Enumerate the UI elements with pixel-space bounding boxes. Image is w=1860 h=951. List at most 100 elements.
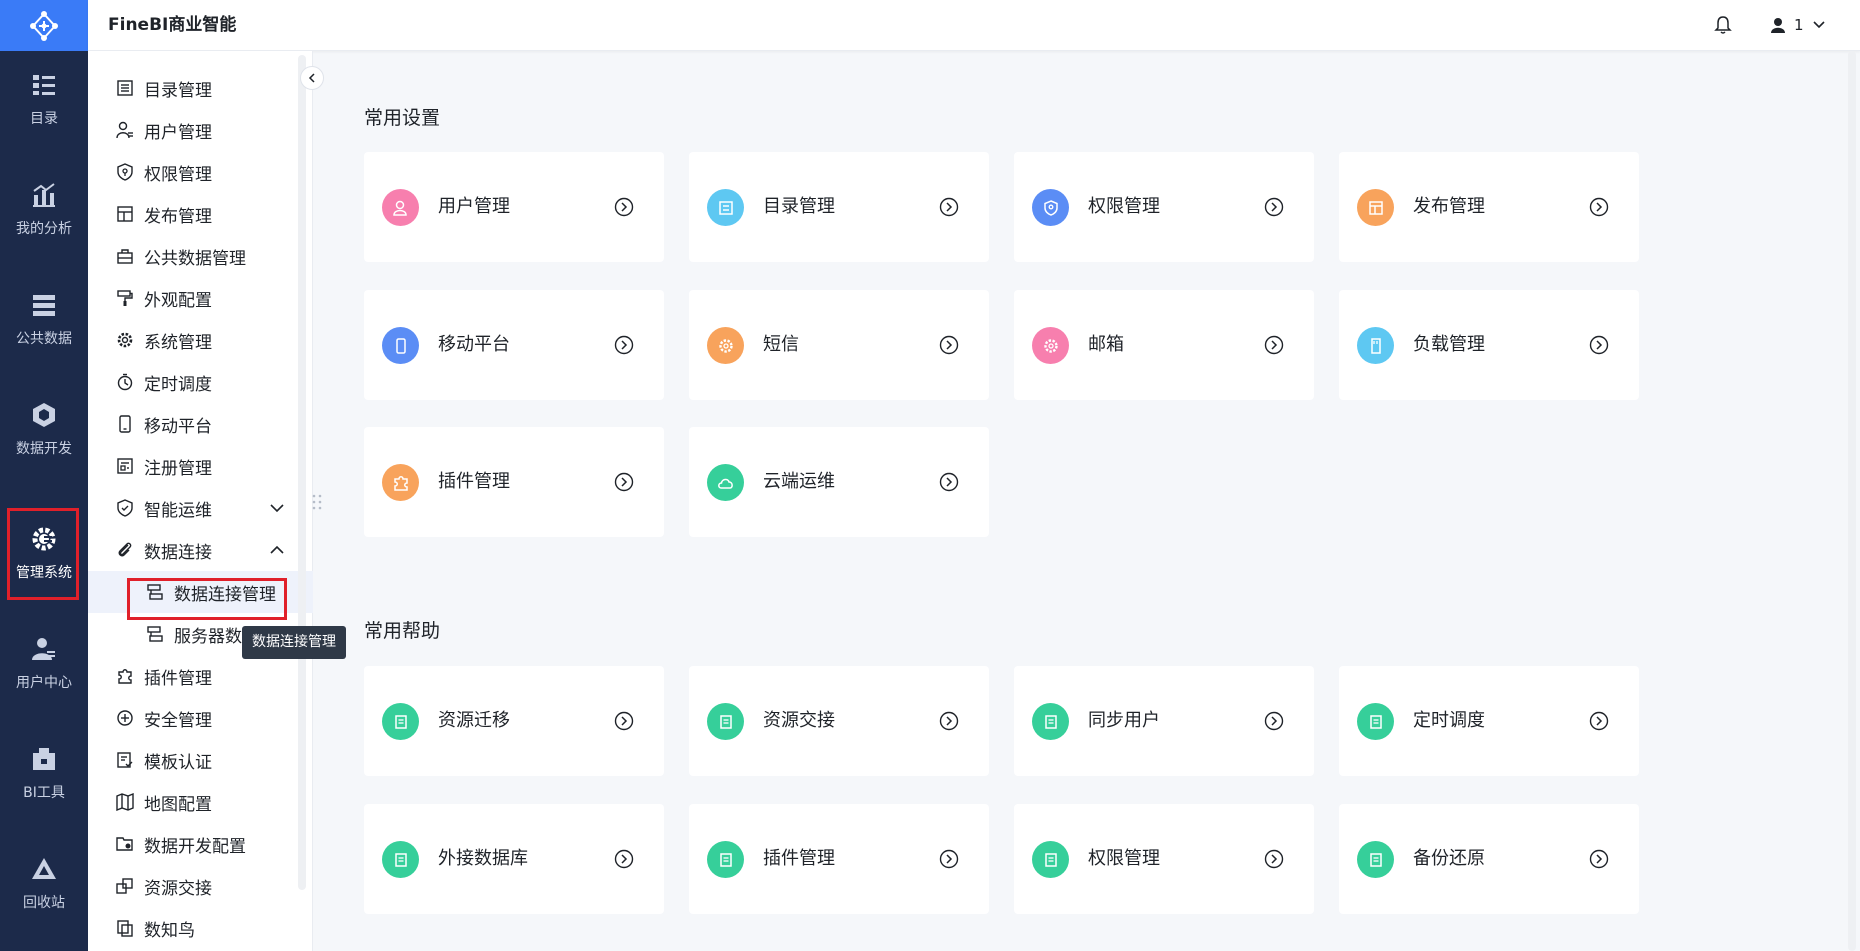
toolbox-icon — [33, 748, 55, 770]
nav-item-data-connection[interactable]: 数据连接 — [88, 529, 313, 571]
card-label: 同步用户 — [1088, 710, 1160, 731]
nav-item-label: 权限管理 — [144, 164, 212, 185]
nav-item-smart-ops[interactable]: 智能运维 — [88, 487, 313, 529]
timer-icon — [117, 373, 133, 391]
arrow-circle-right-icon — [614, 472, 634, 492]
card-label: 目录管理 — [763, 196, 835, 217]
nav-item-appearance[interactable]: 外观配置 — [88, 277, 313, 319]
puzzle-icon — [393, 475, 408, 491]
nav-item-public-data-mgmt[interactable]: 公共数据管理 — [88, 235, 313, 277]
nav-item-label: 用户管理 — [144, 122, 212, 143]
nav-item-mobile-platform[interactable]: 移动平台 — [88, 403, 313, 445]
card-icon — [707, 841, 744, 878]
card-permission-mgmt[interactable]: 权限管理 — [1014, 152, 1314, 262]
app-logo[interactable] — [0, 0, 88, 51]
card-icon — [382, 189, 419, 226]
user-menu[interactable]: 1 — [1770, 14, 1826, 36]
nav-item-registration[interactable]: 注册管理 — [88, 445, 313, 487]
highlight-box-data-connection-mgmt — [127, 578, 287, 620]
nav-item-plugin-mgmt[interactable]: 插件管理 — [88, 655, 313, 697]
card-icon — [1032, 327, 1069, 364]
card-label: 移动平台 — [438, 334, 510, 355]
card-user-mgmt[interactable]: 用户管理 — [364, 152, 664, 262]
main-scrollbar[interactable] — [1848, 51, 1856, 951]
card-icon — [707, 703, 744, 740]
arrow-circle-right-icon — [614, 197, 634, 217]
card-help-permission-mgmt[interactable]: 权限管理 — [1014, 804, 1314, 914]
card-email[interactable]: 邮箱 — [1014, 290, 1314, 400]
bell-icon[interactable] — [1713, 15, 1733, 35]
card-catalog-mgmt[interactable]: 目录管理 — [689, 152, 989, 262]
shield-icon — [1043, 199, 1058, 216]
card-cloud-ops[interactable]: 云端运维 — [689, 427, 989, 537]
card-help-plugin-mgmt[interactable]: 插件管理 — [689, 804, 989, 914]
publish-icon — [1368, 200, 1383, 215]
card-resource-handover[interactable]: 资源交接 — [689, 666, 989, 776]
document-icon — [394, 852, 407, 867]
puzzle-icon — [118, 669, 132, 684]
rail-item-label: 回收站 — [23, 895, 65, 911]
nav-item-label: 系统管理 — [144, 332, 212, 353]
nav-item-catalog-mgmt[interactable]: 目录管理 — [88, 67, 313, 109]
nav-item-label: 数知鸟 — [144, 920, 195, 941]
nav-item-label: 数据连接 — [144, 542, 212, 563]
section-title-common-settings: 常用设置 — [364, 107, 441, 129]
card-label: 插件管理 — [763, 848, 835, 869]
nav-item-resource-handover[interactable]: 资源交接 — [88, 865, 313, 907]
server-dataset-icon — [147, 626, 163, 642]
document-icon — [1369, 714, 1382, 729]
sidenav-scrollbar[interactable] — [298, 55, 306, 890]
nav-item-user-mgmt[interactable]: 用户管理 — [88, 109, 313, 151]
rail-item-public-data[interactable]: 公共数据 — [0, 272, 88, 368]
ops-shield-icon — [117, 499, 133, 517]
rail-item-data-dev[interactable]: 数据开发 — [0, 382, 88, 478]
rail-item-bi-tools[interactable]: BI工具 — [0, 726, 88, 822]
catalog-icon — [33, 75, 55, 95]
card-icon — [1032, 841, 1069, 878]
rail-item-label: 用户中心 — [16, 675, 72, 691]
card-load-mgmt[interactable]: 负载管理 — [1339, 290, 1639, 400]
card-external-db[interactable]: 外接数据库 — [364, 804, 664, 914]
card-icon — [707, 327, 744, 364]
nav-item-permission-mgmt[interactable]: 权限管理 — [88, 151, 313, 193]
nav-item-map-config[interactable]: 地图配置 — [88, 781, 313, 823]
rail-item-user-center[interactable]: 用户中心 — [0, 616, 88, 712]
card-publish-mgmt[interactable]: 发布管理 — [1339, 152, 1639, 262]
rail-item-my-analysis[interactable]: 我的分析 — [0, 162, 88, 258]
nav-item-label: 智能运维 — [144, 500, 212, 521]
card-icon — [1032, 703, 1069, 740]
card-mobile-platform[interactable]: 移动平台 — [364, 290, 664, 400]
nav-item-system-mgmt[interactable]: 系统管理 — [88, 319, 313, 361]
sd-card-icon — [1370, 337, 1381, 354]
card-label: 备份还原 — [1413, 848, 1485, 869]
card-label: 定时调度 — [1413, 710, 1485, 731]
nav-item-scheduling[interactable]: 定时调度 — [88, 361, 313, 403]
rail-item-recycle[interactable]: 回收站 — [0, 836, 88, 932]
user-icon — [392, 200, 407, 216]
list-icon — [117, 80, 133, 96]
rail-item-catalog[interactable]: 目录 — [0, 52, 88, 148]
nav-item-template-cert[interactable]: 模板认证 — [88, 739, 313, 781]
document-icon — [1044, 714, 1057, 729]
card-label: 云端运维 — [763, 471, 835, 492]
card-resource-migration[interactable]: 资源迁移 — [364, 666, 664, 776]
arrow-circle-right-icon — [1264, 335, 1284, 355]
top-header: FineBI商业智能 1 — [88, 0, 1860, 51]
user-icon — [116, 121, 133, 139]
card-backup-restore[interactable]: 备份还原 — [1339, 804, 1639, 914]
card-label: 短信 — [763, 334, 799, 355]
chevron-down-icon — [1812, 21, 1825, 29]
card-plugin-mgmt[interactable]: 插件管理 — [364, 427, 664, 537]
list-icon — [718, 200, 733, 215]
paint-roller-icon — [117, 290, 133, 306]
nav-item-shuzhiniao[interactable]: 数知鸟 — [88, 907, 313, 949]
nav-item-data-dev-config[interactable]: 数据开发配置 — [88, 823, 313, 865]
user-avatar-icon — [1771, 18, 1785, 33]
card-scheduling[interactable]: 定时调度 — [1339, 666, 1639, 776]
shield-icon — [117, 163, 133, 181]
card-icon — [1357, 189, 1394, 226]
card-sync-users[interactable]: 同步用户 — [1014, 666, 1314, 776]
nav-item-publish-mgmt[interactable]: 发布管理 — [88, 193, 313, 235]
card-sms[interactable]: 短信 — [689, 290, 989, 400]
nav-item-security-mgmt[interactable]: 安全管理 — [88, 697, 313, 739]
